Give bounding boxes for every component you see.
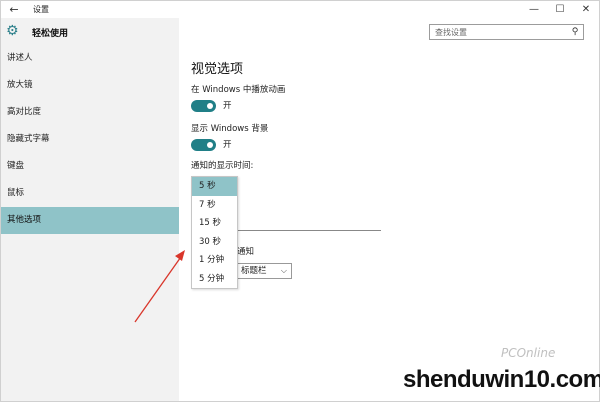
- titlebar-select-value: 标题栏: [241, 266, 267, 276]
- minimize-button[interactable]: —: [521, 1, 547, 18]
- notify-duration-label: 通知的显示时间:: [191, 161, 254, 171]
- background-state: 开: [223, 140, 232, 150]
- animation-toggle[interactable]: [191, 100, 216, 112]
- background-label: 显示 Windows 背景: [191, 124, 269, 134]
- dropdown-option-30s[interactable]: 30 秒: [192, 233, 237, 252]
- search-icon[interactable]: ⚲: [569, 26, 581, 38]
- sidebar-nav: 讲述人 放大镜 高对比度 隐藏式字幕 键盘 鼠标 其他选项: [1, 45, 179, 234]
- dropdown-option-15s[interactable]: 15 秒: [192, 214, 237, 233]
- watermark-text: shenduwin10.com: [403, 366, 600, 393]
- sidebar-item-closed-captions[interactable]: 隐藏式字幕: [1, 126, 179, 153]
- maximize-button[interactable]: ☐: [547, 1, 573, 18]
- close-button[interactable]: ✕: [573, 1, 599, 18]
- category-title: 轻松使用: [32, 29, 69, 39]
- annotation-arrow-icon: [134, 250, 185, 323]
- sidebar-item-other-options[interactable]: 其他选项: [1, 207, 179, 234]
- sidebar-item-high-contrast[interactable]: 高对比度: [1, 99, 179, 126]
- settings-window: ← 设置 — ☐ ✕ ⚙ 轻松使用 讲述人 放大镜 高对比度 隐藏式字幕 键盘 …: [0, 0, 600, 402]
- notify-duration-dropdown[interactable]: 5 秒 7 秒 15 秒 30 秒 1 分钟 5 分钟: [191, 176, 238, 289]
- sidebar-item-mouse[interactable]: 鼠标: [1, 180, 179, 207]
- search-input[interactable]: 查找设置: [435, 27, 467, 38]
- sidebar-item-keyboard[interactable]: 键盘: [1, 153, 179, 180]
- back-arrow-icon[interactable]: ←: [7, 3, 21, 16]
- window-title: 设置: [33, 5, 49, 14]
- sidebar-item-magnifier[interactable]: 放大镜: [1, 72, 179, 99]
- page-title: 视觉选项: [191, 62, 244, 77]
- notification-label-partial: 通知: [237, 247, 255, 257]
- sidebar-header: ⚙ 轻松使用: [1, 18, 179, 46]
- dropdown-option-5s[interactable]: 5 秒: [192, 177, 237, 196]
- search-box[interactable]: 查找设置 ⚲: [429, 24, 584, 40]
- background-toggle[interactable]: [191, 139, 216, 151]
- watermark-logo: PCOnline: [501, 346, 556, 360]
- dropdown-option-5min[interactable]: 5 分钟: [192, 270, 237, 289]
- gear-icon: ⚙: [6, 23, 19, 39]
- chevron-down-icon: ⌵: [280, 266, 287, 275]
- title-bar: ← 设置 — ☐ ✕: [1, 1, 599, 18]
- dropdown-option-7s[interactable]: 7 秒: [192, 196, 237, 215]
- animation-label: 在 Windows 中播放动画: [191, 85, 286, 95]
- titlebar-select[interactable]: 标题栏 ⌵: [237, 263, 292, 279]
- dropdown-option-1min[interactable]: 1 分钟: [192, 251, 237, 270]
- sidebar: ⚙ 轻松使用 讲述人 放大镜 高对比度 隐藏式字幕 键盘 鼠标 其他选项: [1, 18, 179, 401]
- animation-state: 开: [223, 101, 232, 111]
- sidebar-item-narrator[interactable]: 讲述人: [1, 45, 179, 72]
